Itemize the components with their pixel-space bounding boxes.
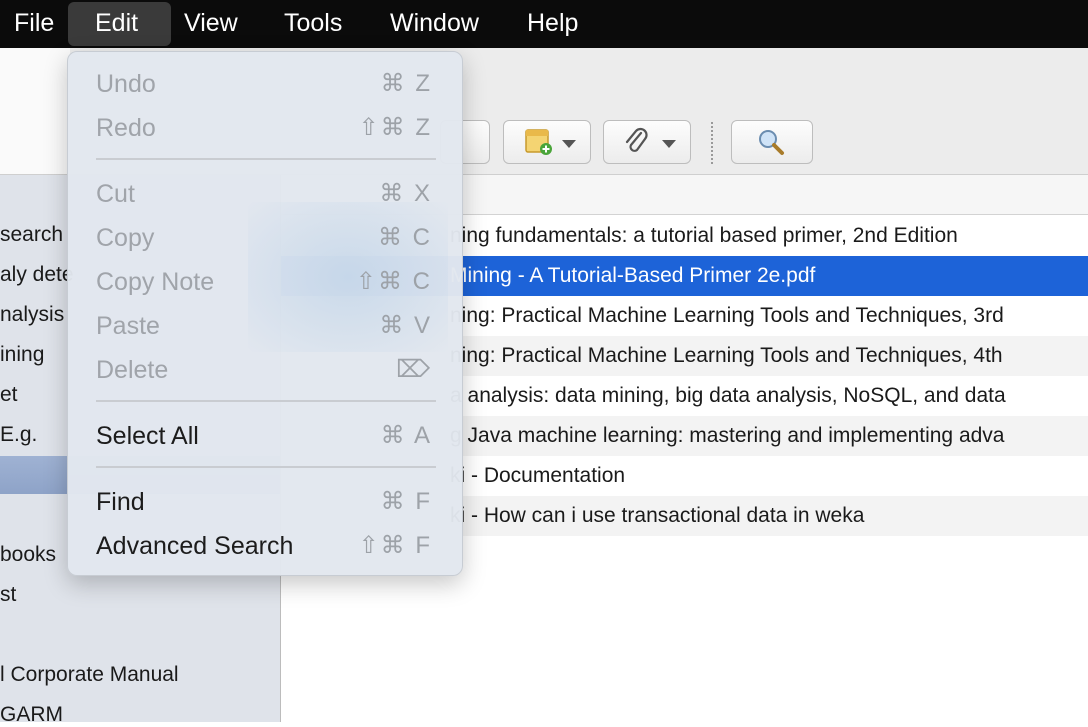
toolbar-left-area [0, 110, 70, 174]
menu-tools[interactable]: Tools [270, 0, 356, 48]
menu-item-label: Paste [96, 312, 160, 340]
menu-item-undo[interactable]: Undo ⌘ Z [68, 62, 464, 106]
titlebar-left-area [0, 48, 70, 110]
menu-item-label: Redo [96, 114, 156, 142]
menu-item-label: Advanced Search [96, 532, 294, 560]
menu-item-shortcut: ⌘ C [378, 224, 432, 251]
toolbar-separator [711, 122, 713, 164]
menu-separator [96, 400, 436, 402]
menu-item-copy[interactable]: Copy ⌘ C [68, 216, 464, 260]
collection-item[interactable]: et [0, 383, 18, 407]
menu-item-label: Copy Note [96, 268, 215, 296]
delete-forward-icon: ⌦ [396, 356, 432, 383]
collection-item[interactable]: nalysis [0, 303, 64, 327]
menu-edit[interactable]: Edit [68, 2, 171, 46]
menu-item-shortcut: ⌘ Z [380, 70, 432, 97]
menu-item-shortcut: ⌘ F [380, 488, 432, 515]
menu-window[interactable]: Window [376, 0, 493, 48]
collection-item[interactable]: E.g. [0, 423, 37, 447]
attachment-icon [625, 127, 648, 152]
menu-help[interactable]: Help [513, 0, 592, 48]
collection-item[interactable]: ining [0, 343, 44, 367]
attachment-button[interactable] [603, 120, 691, 164]
collection-item[interactable]: search [0, 223, 63, 247]
menu-item-cut[interactable]: Cut ⌘ X [68, 172, 464, 216]
menu-item-find[interactable]: Find ⌘ F [68, 480, 464, 524]
menu-item-redo[interactable]: Redo ⇧⌘ Z [68, 106, 464, 150]
menu-item-shortcut: ⇧⌘ C [355, 268, 432, 295]
collection-item[interactable]: books [0, 543, 56, 567]
search-icon [759, 130, 784, 155]
collection-item[interactable]: GARM [0, 703, 63, 727]
menu-item-label: Select All [96, 422, 199, 450]
menu-item-label: Delete [96, 356, 169, 384]
menu-item-shortcut: ⇧⌘ Z [358, 114, 432, 141]
collection-item[interactable]: st [0, 583, 16, 607]
menu-item-label: Copy [96, 224, 155, 252]
search-button[interactable] [731, 120, 813, 164]
menu-item-shortcut: ⇧⌘ F [358, 532, 432, 559]
menu-separator [96, 466, 436, 468]
menu-item-shortcut: ⌘ A [380, 422, 432, 449]
menu-view[interactable]: View [170, 0, 252, 48]
menu-item-label: Cut [96, 180, 135, 208]
edit-menu-dropdown: Undo ⌘ Z Redo ⇧⌘ Z Cut ⌘ X Copy ⌘ C Copy… [67, 51, 463, 576]
menu-item-select-all[interactable]: Select All ⌘ A [68, 414, 464, 458]
new-note-button[interactable] [503, 120, 591, 164]
menu-item-shortcut: ⌘ V [379, 312, 432, 339]
menu-item-advanced-search[interactable]: Advanced Search ⇧⌘ F [68, 524, 464, 568]
menu-bar: File Edit View Tools Window Help [0, 0, 1088, 48]
collection-item[interactable]: l Corporate Manual [0, 663, 179, 687]
menu-item-shortcut: ⌘ X [379, 180, 432, 207]
menu-item-copy-note[interactable]: Copy Note ⇧⌘ C [68, 260, 464, 304]
new-note-icon [525, 129, 552, 155]
menu-item-delete[interactable]: Delete ⌦ [68, 348, 464, 392]
menu-item-paste[interactable]: Paste ⌘ V [68, 304, 464, 348]
menu-separator [96, 158, 436, 160]
menu-item-label: Undo [96, 70, 156, 98]
collection-item[interactable]: aly dete [0, 263, 74, 287]
menu-item-label: Find [96, 488, 145, 516]
menu-file[interactable]: File [0, 0, 68, 48]
